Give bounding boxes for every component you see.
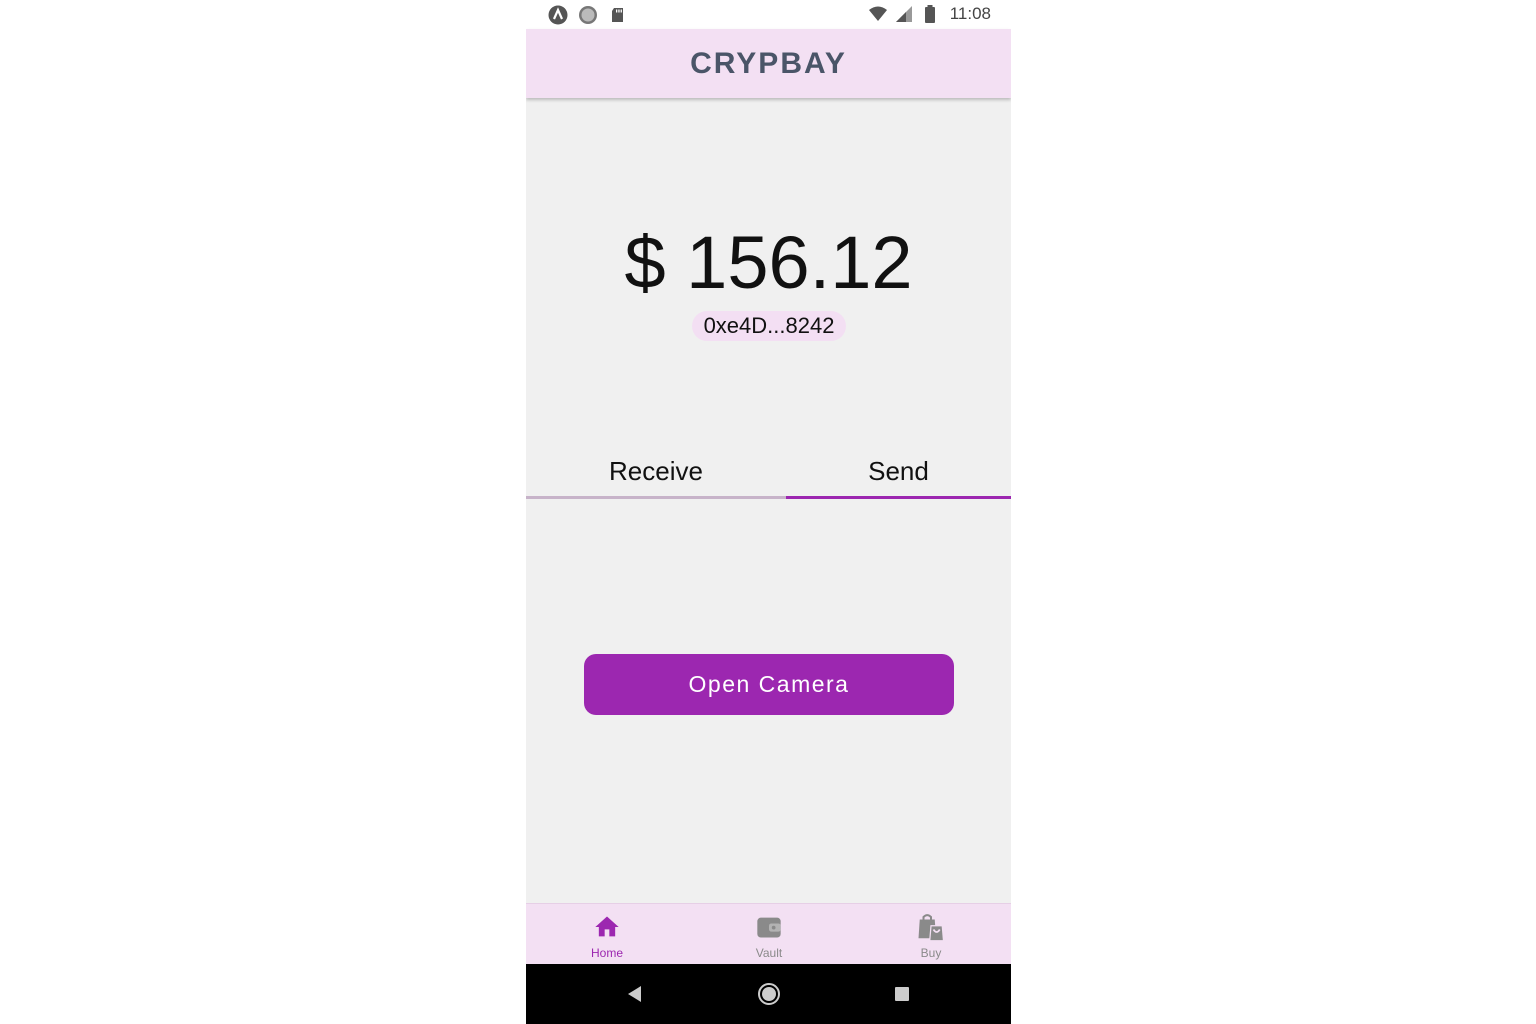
status-right-icons: 11:08 [868,4,991,24]
battery-icon [920,4,940,24]
status-left-icons [548,5,628,25]
nav-label-vault: Vault [755,946,783,960]
nav-item-home[interactable]: Home [547,904,667,964]
home-circle-icon[interactable] [757,982,781,1006]
app-bar: CRYPBAY [526,29,1011,98]
nav-label-home: Home [590,946,623,960]
signal-icon [894,4,914,24]
circle-dot-icon [578,5,598,25]
recent-apps-icon[interactable] [890,982,914,1006]
back-icon[interactable] [623,982,647,1006]
tab-bar: Receive Send [526,446,1011,499]
wallet-address-chip[interactable]: 0xe4D...8242 [692,311,846,341]
open-camera-button[interactable]: Open Camera [584,654,954,715]
wallet-icon [754,912,784,942]
home-icon [592,912,622,942]
a-logo-icon [548,5,568,25]
status-clock: 11:08 [949,4,991,23]
wifi-icon [868,4,888,24]
nav-item-vault[interactable]: Vault [709,904,829,964]
nav-item-buy[interactable]: Buy [871,904,991,964]
app-title: CRYPBAY [690,46,847,80]
tab-send[interactable]: Send [786,446,1011,499]
bottom-navigation: Home Vault Buy [526,903,1011,964]
nav-label-buy: Buy [920,946,942,960]
sd-card-icon [608,5,628,25]
tab-receive[interactable]: Receive [526,446,786,499]
status-bar: 11:08 [526,0,1011,29]
shopping-bag-icon [916,912,946,942]
system-navigation-bar [526,964,1011,1024]
phone-screen: 11:08 CRYPBAY $ 156.12 0xe4D...8242 Rece… [526,0,1011,1024]
wallet-balance: $ 156.12 [624,221,913,304]
